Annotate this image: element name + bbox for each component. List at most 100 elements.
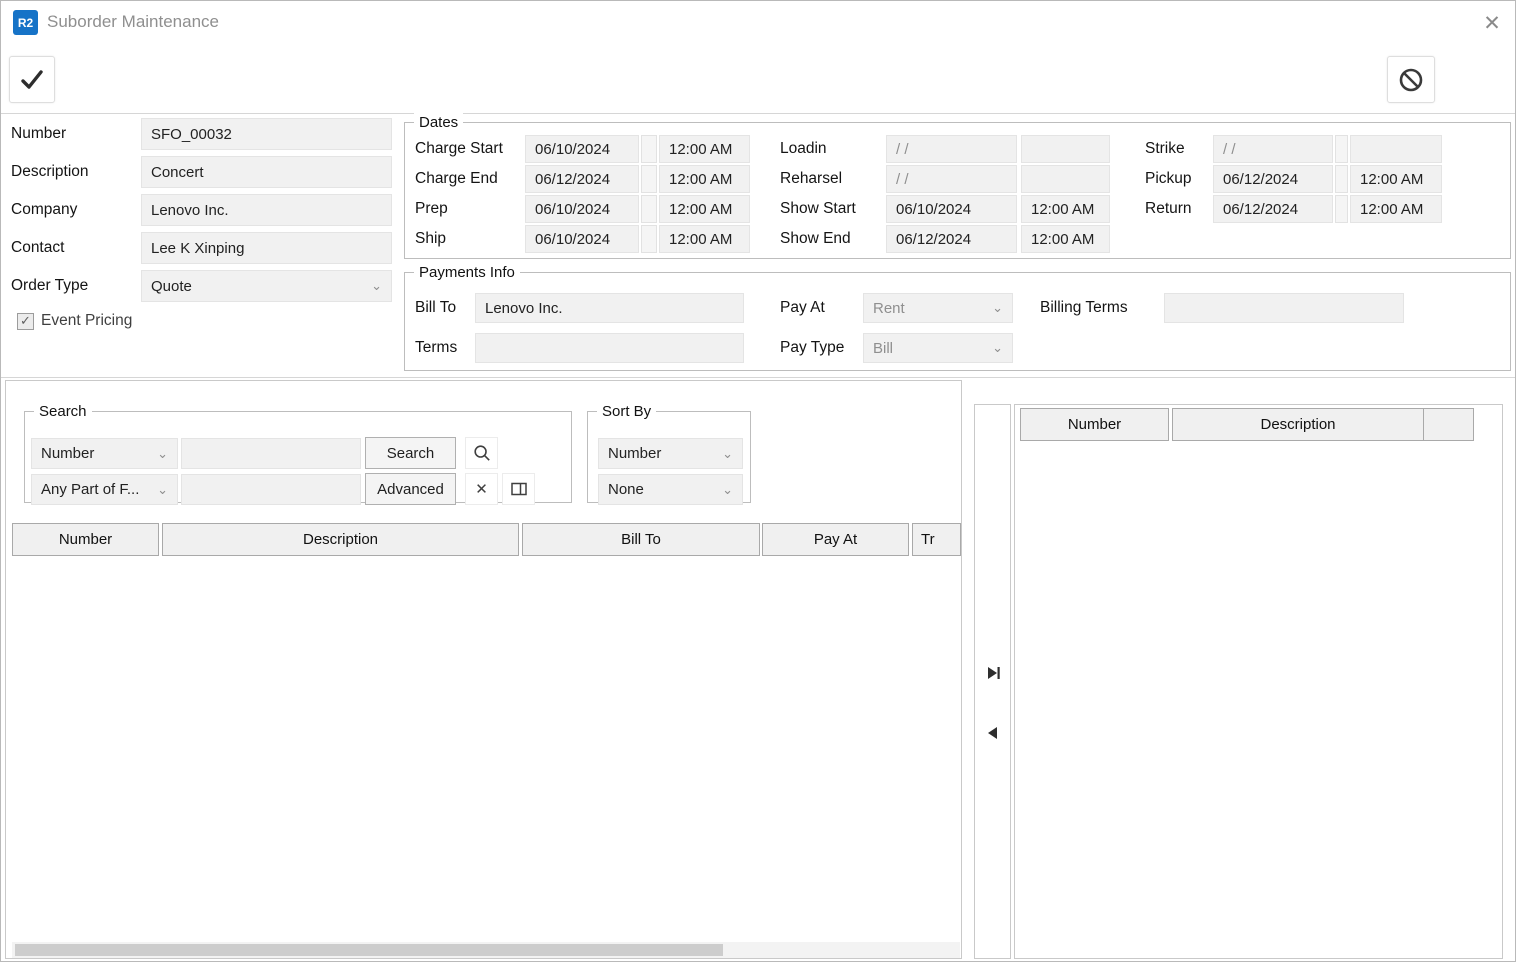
- orders-col-number[interactable]: Number: [12, 523, 159, 556]
- charge-start-time[interactable]: 12:00 AM: [659, 135, 750, 163]
- move-left-icon: [982, 722, 1004, 744]
- search-group: Search Number ⌄ Search Any Part of F... …: [24, 411, 572, 503]
- sort-by-group: Sort By Number ⌄ None ⌄: [587, 411, 751, 503]
- event-pricing-row: ✓ Event Pricing: [17, 312, 132, 330]
- show-end-date[interactable]: 06/12/2024: [886, 225, 1017, 253]
- sort-secondary-select[interactable]: None ⌄: [598, 474, 743, 505]
- suborders-panel: Number Description: [1014, 404, 1503, 959]
- confirm-button[interactable]: [9, 56, 55, 103]
- pay-at-select[interactable]: Rent ⌄: [863, 293, 1013, 323]
- pickup-label: Pickup: [1145, 165, 1209, 193]
- move-left-button[interactable]: [981, 721, 1005, 745]
- orders-hscrollbar[interactable]: [12, 942, 960, 958]
- pay-type-value: Bill: [873, 340, 893, 357]
- orders-col-pay-at[interactable]: Pay At: [762, 523, 909, 556]
- pay-type-select[interactable]: Bill ⌄: [863, 333, 1013, 363]
- cancel-button[interactable]: [1387, 56, 1435, 103]
- return-time[interactable]: 12:00 AM: [1350, 195, 1442, 223]
- show-start-time[interactable]: 12:00 AM: [1021, 195, 1110, 223]
- search-icon: [472, 443, 492, 463]
- number-label: Number: [11, 118, 136, 150]
- strike-date[interactable]: / /: [1213, 135, 1333, 163]
- sort-primary-select[interactable]: Number ⌄: [598, 438, 743, 469]
- company-field[interactable]: Lenovo Inc.: [141, 194, 392, 226]
- chevron-down-icon: ⌄: [371, 278, 382, 294]
- show-start-date[interactable]: 06/10/2024: [886, 195, 1017, 223]
- pickup-date-picker[interactable]: [1335, 165, 1348, 193]
- close-icon[interactable]: ✕: [1477, 9, 1507, 37]
- titlebar: R2 Suborder Maintenance ✕: [1, 1, 1515, 43]
- show-end-label: Show End: [780, 225, 880, 253]
- order-type-label: Order Type: [11, 270, 136, 302]
- pickup-date[interactable]: 06/12/2024: [1213, 165, 1333, 193]
- charge-end-time[interactable]: 12:00 AM: [659, 165, 750, 193]
- suborders-col-description[interactable]: Description: [1172, 408, 1424, 441]
- ship-date-picker[interactable]: [641, 225, 657, 253]
- move-right-icon: [982, 662, 1004, 684]
- charge-end-date-picker[interactable]: [641, 165, 657, 193]
- sort-secondary-value: None: [608, 481, 644, 498]
- description-field[interactable]: Concert: [141, 156, 392, 188]
- strike-time[interactable]: [1350, 135, 1442, 163]
- search-value-input[interactable]: [181, 438, 361, 469]
- order-type-value: Quote: [151, 278, 192, 295]
- strike-date-picker[interactable]: [1335, 135, 1348, 163]
- prep-date-picker[interactable]: [641, 195, 657, 223]
- suborders-col-number[interactable]: Number: [1020, 408, 1169, 441]
- orders-hscrollbar-thumb[interactable]: [15, 944, 723, 956]
- search-mode-select[interactable]: Any Part of F... ⌄: [31, 474, 178, 505]
- pickup-time[interactable]: 12:00 AM: [1350, 165, 1442, 193]
- pay-at-label: Pay At: [780, 293, 860, 323]
- reharsel-label: Reharsel: [780, 165, 880, 193]
- billing-terms-field[interactable]: [1164, 293, 1404, 323]
- chevron-down-icon: ⌄: [157, 446, 168, 462]
- strike-label: Strike: [1145, 135, 1209, 163]
- search-button[interactable]: Search: [365, 437, 456, 469]
- prep-label: Prep: [415, 195, 521, 223]
- terms-field[interactable]: [475, 333, 744, 363]
- advanced-button[interactable]: Advanced: [365, 473, 456, 505]
- transfer-strip: [974, 404, 1011, 959]
- clear-icon: ✕: [475, 480, 488, 498]
- ship-time[interactable]: 12:00 AM: [659, 225, 750, 253]
- charge-end-date[interactable]: 06/12/2024: [525, 165, 639, 193]
- charge-end-label: Charge End: [415, 165, 521, 193]
- chevron-down-icon: ⌄: [722, 482, 733, 498]
- dates-group: Dates Charge Start 06/10/2024 12:00 AM C…: [404, 122, 1511, 259]
- move-right-button[interactable]: [981, 661, 1005, 685]
- magnifier-button[interactable]: [465, 437, 498, 469]
- contact-field[interactable]: Lee K Xinping: [141, 232, 392, 264]
- orders-col-transfer[interactable]: Tr: [912, 523, 961, 556]
- terms-label: Terms: [415, 333, 473, 363]
- company-label: Company: [11, 194, 136, 226]
- return-date-picker[interactable]: [1335, 195, 1348, 223]
- prep-date[interactable]: 06/10/2024: [525, 195, 639, 223]
- suborders-col-spacer: [1423, 408, 1474, 441]
- description-label: Description: [11, 156, 136, 188]
- clear-search-button[interactable]: ✕: [465, 473, 498, 505]
- orders-col-description[interactable]: Description: [162, 523, 519, 556]
- reharsel-date[interactable]: / /: [886, 165, 1017, 193]
- orders-col-bill-to[interactable]: Bill To: [522, 523, 760, 556]
- loadin-date[interactable]: / /: [886, 135, 1017, 163]
- bill-to-field[interactable]: Lenovo Inc.: [475, 293, 744, 323]
- charge-start-date-picker[interactable]: [641, 135, 657, 163]
- return-date[interactable]: 06/12/2024: [1213, 195, 1333, 223]
- show-end-time[interactable]: 12:00 AM: [1021, 225, 1110, 253]
- r2-logo: R2: [13, 10, 38, 35]
- charge-start-date[interactable]: 06/10/2024: [525, 135, 639, 163]
- orders-panel: Search Number ⌄ Search Any Part of F... …: [5, 380, 962, 959]
- billing-terms-label: Billing Terms: [1040, 293, 1160, 323]
- search-mode-input[interactable]: [181, 474, 361, 505]
- search-field-select[interactable]: Number ⌄: [31, 438, 178, 469]
- order-type-select[interactable]: Quote ⌄: [141, 270, 392, 302]
- ship-date[interactable]: 06/10/2024: [525, 225, 639, 253]
- split-view-button[interactable]: [502, 473, 535, 505]
- event-pricing-checkbox[interactable]: ✓: [17, 313, 34, 330]
- loadin-time[interactable]: [1021, 135, 1110, 163]
- reharsel-time[interactable]: [1021, 165, 1110, 193]
- payments-group-title: Payments Info: [414, 263, 520, 282]
- search-group-title: Search: [34, 402, 92, 421]
- prep-time[interactable]: 12:00 AM: [659, 195, 750, 223]
- number-field[interactable]: SFO_00032: [141, 118, 392, 150]
